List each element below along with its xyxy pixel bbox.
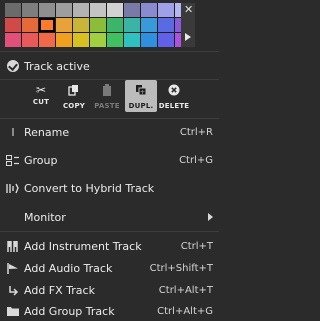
close-icon[interactable]: ✕	[184, 3, 193, 16]
add-group-label: Add Group Track	[24, 304, 115, 318]
track-context-menu: ✕ Track active ✂ CUT COPY PASTE + DUPL. …	[0, 0, 219, 321]
fx-track-icon	[6, 285, 20, 296]
color-swatch[interactable]	[124, 33, 140, 47]
menu-item-convert-hybrid[interactable]: Convert to Hybrid Track	[0, 177, 219, 199]
color-swatch[interactable]	[107, 18, 123, 32]
folder-icon	[6, 306, 20, 316]
duplicate-button[interactable]: + DUPL.	[125, 80, 157, 112]
paste-button[interactable]: PASTE	[91, 80, 123, 112]
color-swatch[interactable]	[73, 18, 89, 32]
copy-icon	[58, 84, 90, 102]
color-swatch[interactable]	[39, 33, 55, 47]
menu-item-add-instrument-track[interactable]: Add Instrument Track Ctrl+T	[0, 235, 219, 257]
menu-item-rename[interactable]: I Rename Ctrl+R	[0, 121, 219, 143]
add-instrument-shortcut: Ctrl+T	[180, 240, 213, 252]
color-swatch[interactable]	[90, 3, 106, 17]
color-palette: ✕	[5, 3, 215, 47]
submenu-arrow-icon	[208, 213, 213, 221]
instrument-track-icon	[6, 240, 20, 252]
rename-shortcut: Ctrl+R	[179, 126, 213, 138]
color-swatch[interactable]	[56, 18, 72, 32]
color-swatch[interactable]	[124, 18, 140, 32]
text-cursor-icon: I	[11, 125, 15, 139]
check-circle-icon	[7, 60, 19, 72]
copy-label: COPY	[62, 102, 86, 110]
add-fx-shortcut: Ctrl+Alt+T	[158, 284, 213, 296]
duplicate-icon: +	[125, 84, 157, 102]
track-active-toggle[interactable]: Track active	[0, 55, 219, 77]
add-audio-label: Add Audio Track	[24, 261, 113, 275]
color-swatch[interactable]	[158, 18, 174, 32]
audio-track-icon	[6, 262, 20, 274]
add-instrument-label: Add Instrument Track	[24, 239, 142, 253]
cut-button[interactable]: ✂ CUT	[25, 80, 57, 112]
rename-label: Rename	[24, 125, 70, 139]
menu-item-group[interactable]: Group Ctrl+G	[0, 149, 219, 171]
color-swatch[interactable]	[56, 33, 72, 47]
divider	[0, 118, 219, 119]
color-swatch[interactable]	[158, 3, 174, 17]
menu-item-add-audio-track[interactable]: Add Audio Track Ctrl+Shift+T	[0, 257, 219, 279]
menu-item-monitor[interactable]: Monitor	[0, 206, 219, 228]
color-swatch[interactable]	[107, 3, 123, 17]
color-swatch[interactable]	[141, 3, 157, 17]
color-swatch[interactable]	[158, 33, 174, 47]
convert-label: Convert to Hybrid Track	[24, 181, 155, 195]
color-swatch[interactable]	[22, 33, 38, 47]
color-swatch[interactable]	[39, 18, 55, 32]
delete-button[interactable]: DELETE	[158, 80, 190, 112]
divider	[0, 51, 219, 52]
add-audio-shortcut: Ctrl+Shift+T	[149, 262, 213, 274]
group-icon	[6, 154, 20, 166]
add-group-shortcut: Ctrl+Alt+G	[157, 305, 213, 317]
color-swatch[interactable]	[124, 3, 140, 17]
color-swatch[interactable]	[73, 33, 89, 47]
menu-item-add-fx-track[interactable]: Add FX Track Ctrl+Alt+T	[0, 279, 219, 301]
add-fx-label: Add FX Track	[24, 283, 95, 297]
duplicate-label: DUPL.	[128, 102, 154, 110]
color-swatch[interactable]	[90, 33, 106, 47]
color-swatch[interactable]	[39, 3, 55, 17]
color-swatch[interactable]	[22, 18, 38, 32]
palette-next-arrow-icon[interactable]	[185, 33, 191, 41]
divider	[0, 231, 219, 232]
color-swatch[interactable]	[141, 18, 157, 32]
color-swatch[interactable]	[90, 18, 106, 32]
scissors-icon: ✂	[35, 83, 47, 97]
color-swatch[interactable]	[56, 3, 72, 17]
delete-icon	[158, 84, 190, 102]
menu-item-add-group-track[interactable]: Add Group Track Ctrl+Alt+G	[0, 300, 219, 321]
svg-text:+: +	[140, 89, 145, 96]
copy-button[interactable]: COPY	[58, 80, 90, 112]
edit-toolbar: ✂ CUT COPY PASTE + DUPL. DELETE	[0, 80, 219, 114]
delete-label: DELETE	[158, 102, 190, 110]
hybrid-track-icon	[6, 183, 20, 194]
color-swatch[interactable]	[73, 3, 89, 17]
color-swatch[interactable]	[5, 18, 21, 32]
color-swatch[interactable]	[22, 3, 38, 17]
group-shortcut: Ctrl+G	[179, 154, 213, 166]
paste-label: PASTE	[94, 102, 120, 110]
color-swatch[interactable]	[141, 33, 157, 47]
cut-label: CUT	[32, 98, 50, 106]
monitor-label: Monitor	[24, 210, 66, 224]
palette-side-controls: ✕	[181, 3, 195, 47]
color-swatch[interactable]	[5, 33, 21, 47]
clipboard-icon	[91, 84, 123, 102]
track-active-label: Track active	[24, 59, 90, 73]
color-swatch[interactable]	[107, 33, 123, 47]
color-swatch-grid	[5, 3, 191, 47]
group-label: Group	[24, 153, 58, 167]
color-swatch[interactable]	[5, 3, 21, 17]
